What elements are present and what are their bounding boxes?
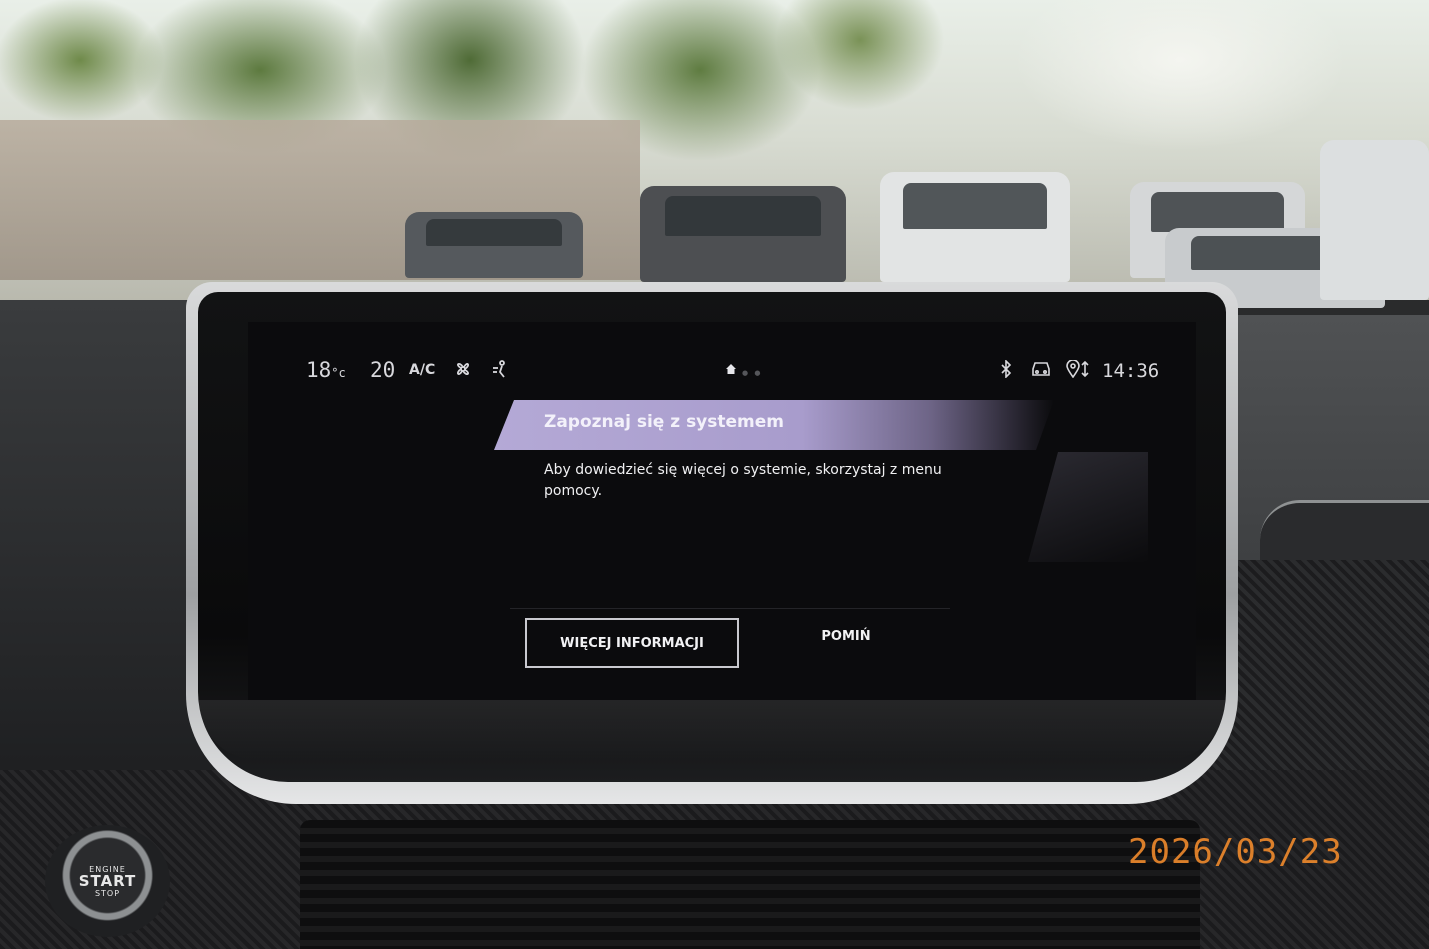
air-vent	[300, 820, 1200, 949]
parked-van	[880, 172, 1070, 282]
background-panel	[1028, 452, 1148, 562]
page-indicator: ● ●	[742, 369, 763, 377]
temperature-unit: °c	[331, 366, 346, 380]
bluetooth-icon	[1000, 359, 1012, 383]
infotainment-screen: 18°c 20 A/C ● ● 14:36 Zapoznaj się z sys…	[248, 322, 1196, 700]
dialog-title: Zapoznaj się z systemem	[544, 412, 785, 432]
dialog-body: Aby dowiedzieć się więcej o systemie, sk…	[544, 462, 942, 499]
status-bar: 18°c 20 A/C ● ● 14:36	[248, 322, 1196, 388]
parked-car	[640, 186, 846, 282]
home-icon[interactable]	[726, 364, 736, 374]
driver-temperature[interactable]: 18°c	[306, 358, 346, 382]
car-icon	[1030, 360, 1052, 383]
start-button-line2: START	[78, 871, 137, 890]
divider	[510, 608, 950, 609]
passenger-temperature[interactable]: 20	[370, 358, 395, 382]
ac-toggle[interactable]: A/C	[409, 362, 435, 378]
fan-icon[interactable]	[453, 359, 473, 384]
parked-car	[405, 212, 583, 278]
bezel-reflection	[198, 700, 1226, 760]
parked-van	[1320, 140, 1429, 300]
engine-start-stop-button: ENGINE START STOP	[45, 825, 170, 937]
date-stamp: 2026/03/23	[1128, 832, 1343, 872]
driver-temperature-value: 18	[306, 358, 332, 382]
skip-button[interactable]: POMIŃ	[772, 618, 920, 654]
gps-icon	[1066, 359, 1092, 383]
start-button-line3: STOP	[94, 888, 121, 898]
clock: 14:36	[1102, 360, 1160, 382]
airflow-icon[interactable]	[490, 359, 510, 384]
more-info-button[interactable]: WIĘCEJ INFORMACJI	[525, 618, 739, 668]
